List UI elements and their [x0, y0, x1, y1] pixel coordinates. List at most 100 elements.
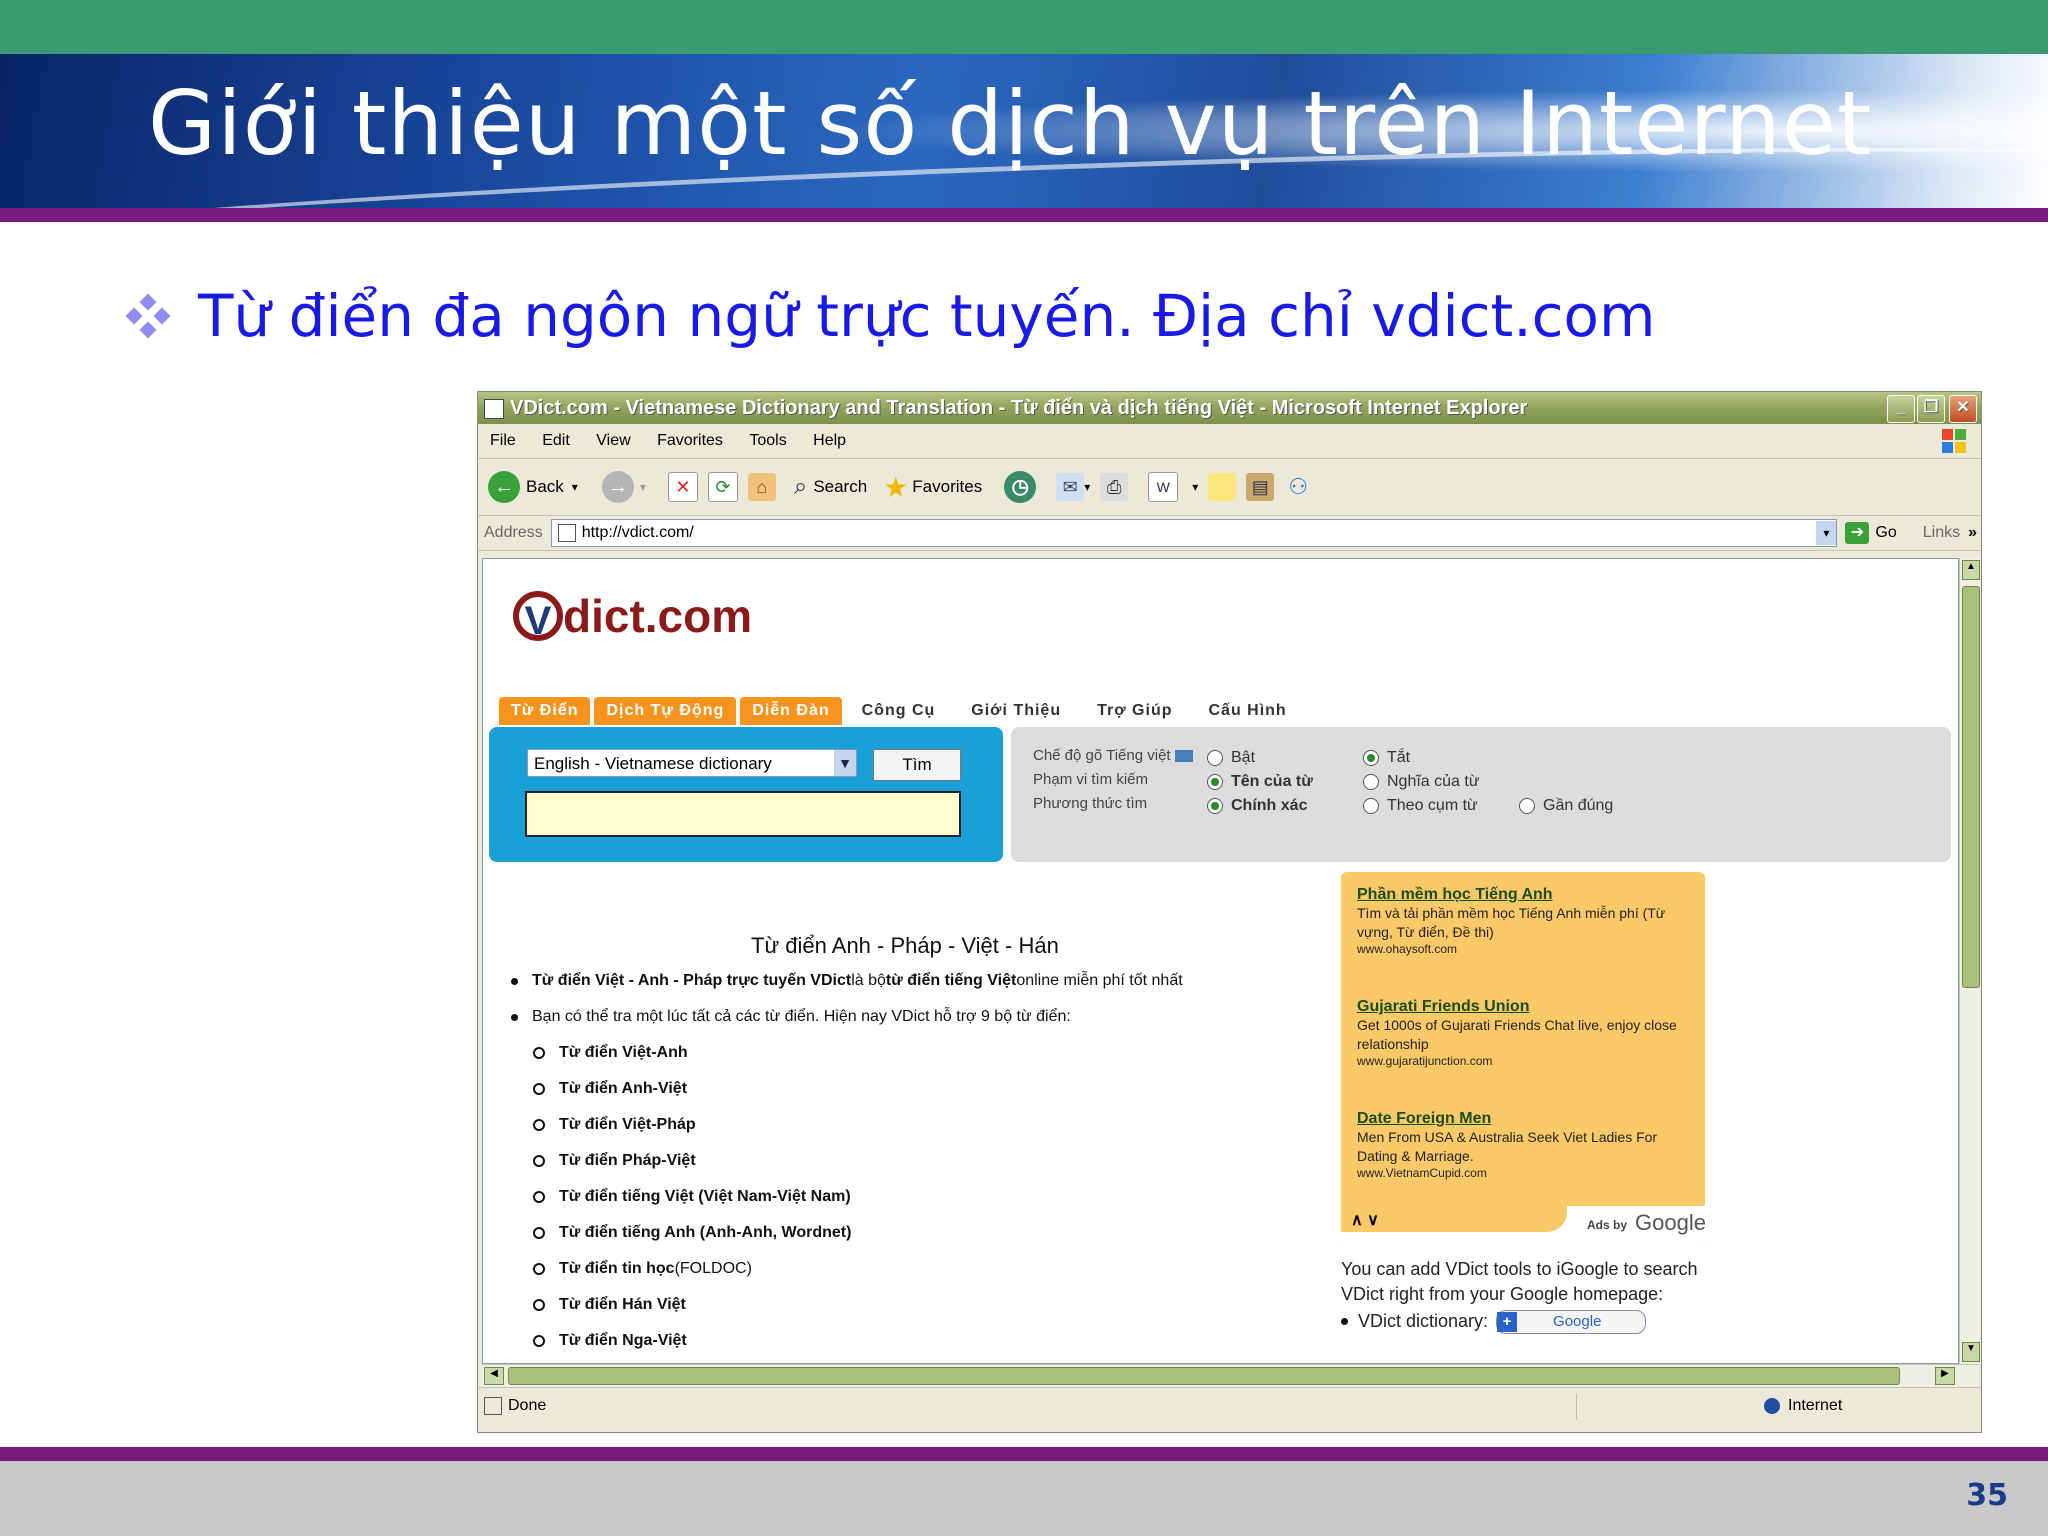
menu-bar: File Edit View Favorites Tools Help: [478, 424, 1981, 459]
tab-tro-giup[interactable]: Trợ Giúp: [1081, 697, 1188, 725]
ad-title[interactable]: Phần mềm học Tiếng Anh: [1357, 886, 1697, 904]
menu-help[interactable]: Help: [813, 432, 846, 449]
research-button[interactable]: ▤: [1246, 473, 1275, 501]
search-button[interactable]: ⌕ Search: [794, 473, 867, 501]
dictionary-item[interactable]: Từ điển Việt-Pháp: [511, 1107, 1183, 1143]
print-button[interactable]: ⎙: [1100, 473, 1129, 501]
radio-on[interactable]: Bật: [1207, 749, 1255, 767]
vertical-scrollbar[interactable]: ▲ ▼: [1959, 558, 1980, 1364]
search-submit-button[interactable]: Tìm: [873, 749, 961, 781]
scroll-left-icon[interactable]: ◀: [484, 1367, 504, 1385]
refresh-button[interactable]: ⟳: [707, 472, 738, 502]
go-arrow-icon[interactable]: ➔: [1845, 522, 1870, 544]
discuss-button[interactable]: [1208, 473, 1237, 501]
back-button[interactable]: ← Back ▾: [488, 471, 578, 503]
horizontal-scrollbar[interactable]: ◀ ▶: [482, 1364, 1979, 1387]
ad-item[interactable]: Date Foreign Men Men From USA & Australi…: [1357, 1110, 1697, 1180]
stop-button[interactable]: ✕: [656, 472, 698, 502]
dictionary-item[interactable]: Từ điển Nga-Việt: [511, 1323, 1183, 1359]
ad-item[interactable]: Phần mềm học Tiếng Anh Tìm và tải phần m…: [1357, 886, 1697, 956]
messenger-button[interactable]: ⚇: [1284, 473, 1312, 501]
ad-url[interactable]: www.gujaratijunction.com: [1357, 1054, 1697, 1068]
minimize-button[interactable]: _: [1887, 395, 1915, 423]
dictionary-item[interactable]: Từ điển Pháp-Việt: [511, 1143, 1183, 1179]
ad-desc: Men From USA & Australia Seek Viet Ladie…: [1357, 1129, 1658, 1164]
vertical-scroll-thumb[interactable]: [1962, 586, 1980, 988]
ad-desc: Get 1000s of Gujarati Friends Chat live,…: [1357, 1017, 1677, 1052]
word-input[interactable]: [525, 791, 961, 837]
close-button[interactable]: ✕: [1949, 395, 1977, 423]
restore-button[interactable]: ❐: [1917, 395, 1945, 423]
ad-title[interactable]: Date Foreign Men: [1357, 1110, 1697, 1128]
radio-approximate[interactable]: Gần đúng: [1519, 797, 1613, 815]
radio-word-meaning[interactable]: Nghĩa của từ: [1363, 773, 1480, 791]
content-list: Từ điển Việt - Anh - Pháp trực tuyến VDi…: [511, 963, 1183, 1359]
address-input[interactable]: http://vdict.com/ ▾: [550, 519, 1838, 547]
menu-edit[interactable]: Edit: [542, 432, 570, 449]
scroll-up-icon[interactable]: ▲: [1962, 560, 1980, 580]
menu-view[interactable]: View: [596, 432, 630, 449]
radio-off[interactable]: Tắt: [1363, 749, 1410, 767]
address-label: Address: [484, 524, 543, 541]
dictionary-item[interactable]: Từ điển Việt-Anh: [511, 1035, 1183, 1071]
ad-url[interactable]: www.ohaysoft.com: [1357, 942, 1697, 956]
dictionary-item[interactable]: Từ điển tiếng Việt (Việt Nam-Việt Nam): [511, 1179, 1183, 1215]
scroll-right-icon[interactable]: ▶: [1935, 1367, 1955, 1385]
dictionary-select[interactable]: English - Vietnamese dictionary ▼: [527, 749, 857, 777]
radio-exact[interactable]: Chính xác: [1207, 797, 1307, 815]
menu-tools[interactable]: Tools: [749, 432, 786, 449]
messenger-icon: ⚇: [1288, 474, 1309, 499]
tab-gioi-thieu[interactable]: Giới Thiệu: [955, 697, 1077, 725]
links-chevron-icon[interactable]: »: [1968, 524, 1977, 542]
forward-button[interactable]: → ▾: [588, 471, 646, 503]
ad-title[interactable]: Gujarati Friends Union: [1357, 998, 1697, 1016]
menu-favorites[interactable]: Favorites: [657, 432, 723, 449]
address-dropdown-icon[interactable]: ▾: [1816, 521, 1837, 545]
dictionary-item[interactable]: Từ điển tin học (FOLDOC): [511, 1251, 1183, 1287]
list-item: Từ điển Việt - Anh - Pháp trực tuyến VDi…: [511, 963, 1183, 999]
mail-button[interactable]: ✉ ▾: [1056, 473, 1090, 501]
ad-url[interactable]: www.VietnamCupid.com: [1357, 1166, 1697, 1180]
history-icon: ◷: [1004, 471, 1037, 503]
tab-dien-dan[interactable]: Diễn Đàn: [740, 697, 842, 725]
go-button[interactable]: Go: [1875, 524, 1896, 542]
search-options-panel: Chế độ gõ Tiếng việt Phạm vi tìm kiếm Ph…: [1011, 727, 1951, 862]
page-icon: [557, 524, 576, 542]
home-icon: ⌂: [747, 473, 776, 501]
dictionary-item[interactable]: Từ điển Anh-Việt: [511, 1071, 1183, 1107]
page-viewport: Vdict.com Từ Điển Dịch Tự Động Diễn Đàn …: [482, 558, 1959, 1364]
menu-file[interactable]: File: [490, 432, 516, 449]
bullet-text: Từ điển đa ngôn ngữ trực tuyến. Địa chỉ …: [198, 282, 1656, 350]
links-label[interactable]: Links: [1923, 524, 1960, 542]
tab-tu-dien[interactable]: Từ Điển: [499, 697, 591, 725]
scroll-down-icon[interactable]: ▼: [1962, 1342, 1980, 1362]
dictionary-item[interactable]: Từ điển Hán Việt: [511, 1287, 1183, 1323]
site-tabs: Từ Điển Dịch Tự Động Diễn Đàn Công Cụ Gi…: [499, 697, 1307, 725]
tab-cau-hinh[interactable]: Cấu Hình: [1192, 697, 1302, 725]
ads-nav[interactable]: ∧ ∨: [1351, 1210, 1379, 1230]
favorites-button[interactable]: ★ Favorites: [883, 471, 982, 504]
vdict-logo[interactable]: Vdict.com: [513, 585, 752, 643]
slide-bullet: Từ điển đa ngôn ngữ trực tuyến. Địa chỉ …: [125, 282, 1656, 350]
browser-titlebar: VDict.com - Vietnamese Dictionary and Tr…: [478, 392, 1981, 424]
status-text: Done: [508, 1397, 547, 1414]
add-to-google-button[interactable]: + Google: [1496, 1309, 1647, 1334]
radio-phrase[interactable]: Theo cụm từ: [1363, 797, 1478, 815]
tab-cong-cu[interactable]: Công Cụ: [846, 697, 952, 725]
print-icon: ⎙: [1100, 473, 1129, 501]
edit-button[interactable]: W ▾: [1148, 472, 1198, 502]
home-button[interactable]: ⌂: [747, 473, 776, 501]
ad-item[interactable]: Gujarati Friends Union Get 1000s of Guja…: [1357, 998, 1697, 1068]
history-button[interactable]: ◷: [992, 471, 1037, 503]
horizontal-scroll-thumb[interactable]: [508, 1367, 1900, 1385]
logo-v: V: [513, 590, 563, 643]
radio-word-name[interactable]: Tên của từ: [1207, 773, 1313, 791]
address-value: http://vdict.com/: [581, 524, 694, 541]
search-label: Search: [813, 477, 868, 496]
chevron-down-icon[interactable]: ▼: [834, 750, 856, 776]
dictionary-item[interactable]: Từ điển tiếng Anh (Anh-Anh, Wordnet): [511, 1215, 1183, 1251]
star-icon: ★: [883, 471, 909, 503]
keyboard-icon: [1174, 750, 1193, 763]
tab-dich-tu-dong[interactable]: Dịch Tự Động: [594, 697, 737, 725]
page-done-icon: [484, 1396, 502, 1415]
